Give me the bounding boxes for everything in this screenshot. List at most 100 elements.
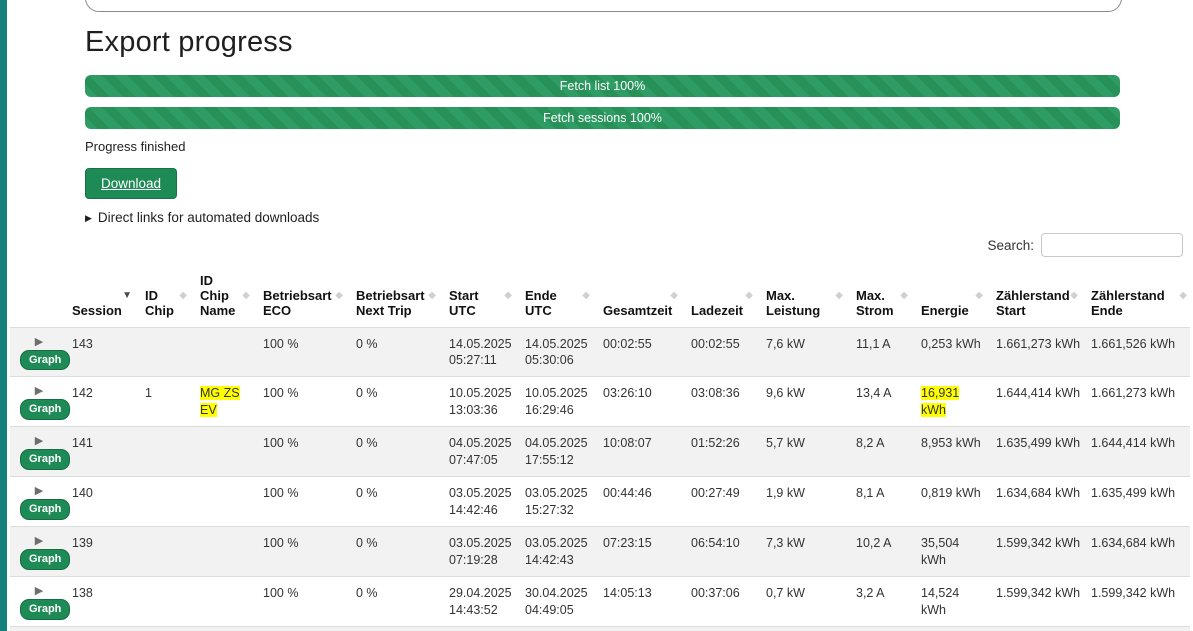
column-label: Ende UTC bbox=[525, 288, 557, 318]
left-accent-strip bbox=[0, 0, 7, 631]
sort-unsorted-icon: ◆ bbox=[835, 290, 843, 301]
sort-unsorted-icon: ◆ bbox=[1070, 290, 1078, 301]
cell-graph: ▶Graph bbox=[10, 576, 62, 626]
column-header-eco[interactable]: Betriebsart ECO◆ bbox=[253, 263, 346, 327]
cell-ende_utc: 10.05.2025 16:29:46 bbox=[515, 377, 593, 427]
sort-unsorted-icon: ◆ bbox=[670, 290, 678, 301]
cell-zaehlerstand_ende: 1.599,342 kWh bbox=[1081, 576, 1190, 626]
cell-energie: 0,253 kWh bbox=[911, 327, 986, 377]
cell-start_utc: 04.05.2025 07:47:05 bbox=[439, 427, 515, 477]
column-header-start_utc[interactable]: Start UTC◆ bbox=[439, 263, 515, 327]
cell-session: 142 bbox=[62, 377, 135, 427]
column-header-gesamtzeit[interactable]: Gesamtzeit◆ bbox=[593, 263, 681, 327]
page-title: Export progress bbox=[85, 26, 1120, 59]
cell-chip_name bbox=[190, 526, 253, 576]
cell-max_leistung: 5,7 kW bbox=[756, 626, 846, 631]
graph-button[interactable]: Graph bbox=[20, 399, 70, 420]
cell-gesamtzeit: 00:44:46 bbox=[593, 477, 681, 527]
highlighted-value: MG ZS EV bbox=[200, 386, 240, 417]
cell-ende_utc: 04.05.2025 17:55:12 bbox=[515, 427, 593, 477]
column-header-next_trip[interactable]: Betriebsart Next Trip◆ bbox=[346, 263, 439, 327]
cell-energie: 0,819 kWh bbox=[911, 477, 986, 527]
column-header-energie[interactable]: Energie◆ bbox=[911, 263, 986, 327]
cell-ladezeit: 00:02:55 bbox=[681, 327, 756, 377]
cell-ladezeit: 03:08:36 bbox=[681, 377, 756, 427]
cell-graph: ▶Graph bbox=[10, 377, 62, 427]
cell-gesamtzeit: 10:08:07 bbox=[593, 427, 681, 477]
cell-chip_name bbox=[190, 576, 253, 626]
graph-button[interactable]: Graph bbox=[20, 549, 70, 570]
column-header-session[interactable]: Session▼ bbox=[62, 263, 135, 327]
column-label: Energie bbox=[921, 303, 969, 318]
column-header-zaehlerstand_ende[interactable]: Zählerstand Ende◆ bbox=[1081, 263, 1190, 327]
cell-energie: 35,504 kWh bbox=[911, 526, 986, 576]
graph-button[interactable]: Graph bbox=[20, 499, 70, 520]
column-header-max_strom[interactable]: Max. Strom◆ bbox=[846, 263, 911, 327]
progress-bar-fetch-list-label: Fetch list 100% bbox=[560, 79, 645, 93]
play-icon[interactable]: ▶ bbox=[20, 336, 58, 349]
cell-max_strom: 8,1 A bbox=[846, 626, 911, 631]
table-row: ▶Graph140100 %0 %03.05.2025 14:42:4603.0… bbox=[10, 477, 1190, 527]
column-header-graph bbox=[10, 263, 62, 327]
cell-energie: 8,953 kWh bbox=[911, 427, 986, 477]
cell-ladezeit: 01:52:26 bbox=[681, 427, 756, 477]
search-input[interactable] bbox=[1041, 233, 1183, 257]
cell-energie: 14,524 kWh bbox=[911, 576, 986, 626]
cell-zaehlerstand_start: 1.584,934 kWh bbox=[986, 626, 1081, 631]
cell-chip_name bbox=[190, 427, 253, 477]
play-icon[interactable]: ▶ bbox=[20, 385, 58, 398]
cell-next_trip: 0 % bbox=[346, 477, 439, 527]
cell-max_leistung: 0,7 kW bbox=[756, 576, 846, 626]
table-row: ▶Graph139100 %0 %03.05.2025 07:19:2803.0… bbox=[10, 526, 1190, 576]
sort-unsorted-icon: ◆ bbox=[335, 290, 343, 301]
sort-unsorted-icon: ◆ bbox=[242, 290, 250, 301]
play-icon[interactable]: ▶ bbox=[20, 585, 58, 598]
cell-id_chip bbox=[135, 327, 190, 377]
top-input-partial[interactable] bbox=[85, 0, 1122, 12]
play-icon[interactable]: ▶ bbox=[20, 435, 58, 448]
column-header-id_chip[interactable]: ID Chip◆ bbox=[135, 263, 190, 327]
cell-zaehlerstand_ende: 1.661,273 kWh bbox=[1081, 377, 1190, 427]
cell-max_strom: 10,2 A bbox=[846, 526, 911, 576]
column-header-zaehlerstand_start[interactable]: Zählerstand Start◆ bbox=[986, 263, 1081, 327]
play-icon[interactable]: ▶ bbox=[20, 535, 58, 548]
cell-ende_utc: 03.05.2025 14:42:43 bbox=[515, 526, 593, 576]
export-progress-section: Export progress Fetch list 100% Fetch se… bbox=[85, 26, 1120, 225]
cell-next_trip: 0 % bbox=[346, 327, 439, 377]
progress-bar-fetch-sessions-label: Fetch sessions 100% bbox=[543, 111, 662, 125]
column-header-max_leistung[interactable]: Max. Leistung ◆ bbox=[756, 263, 846, 327]
column-label: Max. Leistung bbox=[766, 288, 820, 318]
play-icon[interactable]: ▶ bbox=[20, 485, 58, 498]
cell-start_utc: 14.05.2025 05:27:11 bbox=[439, 327, 515, 377]
cell-eco: 100 % bbox=[253, 626, 346, 631]
column-header-chip_name[interactable]: ID Chip Name◆ bbox=[190, 263, 253, 327]
column-label: Zählerstand Ende bbox=[1091, 288, 1165, 318]
graph-button[interactable]: Graph bbox=[20, 449, 70, 470]
cell-session: 140 bbox=[62, 477, 135, 527]
progress-status: Progress finished bbox=[85, 139, 1120, 154]
column-header-ende_utc[interactable]: Ende UTC◆ bbox=[515, 263, 593, 327]
column-header-ladezeit[interactable]: Ladezeit◆ bbox=[681, 263, 756, 327]
download-button[interactable]: Download bbox=[85, 168, 177, 199]
column-label: Session bbox=[72, 303, 122, 318]
cell-start_utc: 29.04.2025 06:17:45 bbox=[439, 626, 515, 631]
cell-max_strom: 8,2 A bbox=[846, 427, 911, 477]
sessions-table: Session▼ID Chip◆ID Chip Name◆Betriebsart… bbox=[10, 263, 1190, 631]
cell-eco: 100 % bbox=[253, 427, 346, 477]
direct-links-toggle[interactable]: ▶Direct links for automated downloads bbox=[85, 210, 1120, 225]
column-label: Ladezeit bbox=[691, 303, 743, 318]
sort-unsorted-icon: ◆ bbox=[428, 290, 436, 301]
column-label: ID Chip bbox=[145, 288, 174, 318]
graph-button[interactable]: Graph bbox=[20, 350, 70, 371]
cell-session: 137 bbox=[62, 626, 135, 631]
cell-ladezeit: 03:26:12 bbox=[681, 626, 756, 631]
cell-start_utc: 10.05.2025 13:03:36 bbox=[439, 377, 515, 427]
cell-eco: 100 % bbox=[253, 576, 346, 626]
graph-button[interactable]: Graph bbox=[20, 599, 70, 620]
cell-graph: ▶Graph bbox=[10, 327, 62, 377]
cell-graph: ▶Graph bbox=[10, 427, 62, 477]
cell-start_utc: 03.05.2025 14:42:46 bbox=[439, 477, 515, 527]
cell-eco: 100 % bbox=[253, 327, 346, 377]
cell-id_chip bbox=[135, 427, 190, 477]
cell-next_trip: 0 % bbox=[346, 427, 439, 477]
